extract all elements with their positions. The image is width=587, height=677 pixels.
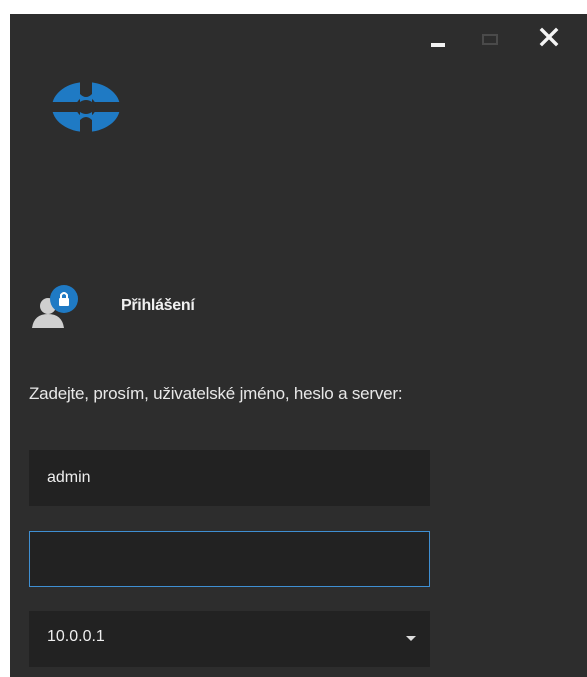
username-field[interactable] (29, 450, 430, 506)
login-prompt: Zadejte, prosím, uživatelské jméno, hesl… (29, 384, 403, 403)
close-icon (539, 27, 559, 47)
login-title: Přihlášení (121, 297, 195, 314)
user-lock-icon (32, 285, 78, 328)
server-select-value: 10.0.0.1 (47, 628, 105, 645)
password-input[interactable] (30, 532, 429, 586)
login-window: Přihlášení Zadejte, prosím, uživatelské … (10, 14, 587, 677)
maximize-button[interactable] (482, 34, 498, 45)
username-input[interactable] (29, 450, 430, 506)
password-field[interactable] (29, 531, 430, 587)
server-select[interactable]: 10.0.0.1 (29, 611, 430, 667)
minimize-button[interactable] (431, 43, 445, 47)
close-button[interactable] (538, 26, 560, 48)
app-logo-icon (50, 80, 122, 134)
chevron-down-icon[interactable] (406, 636, 416, 641)
